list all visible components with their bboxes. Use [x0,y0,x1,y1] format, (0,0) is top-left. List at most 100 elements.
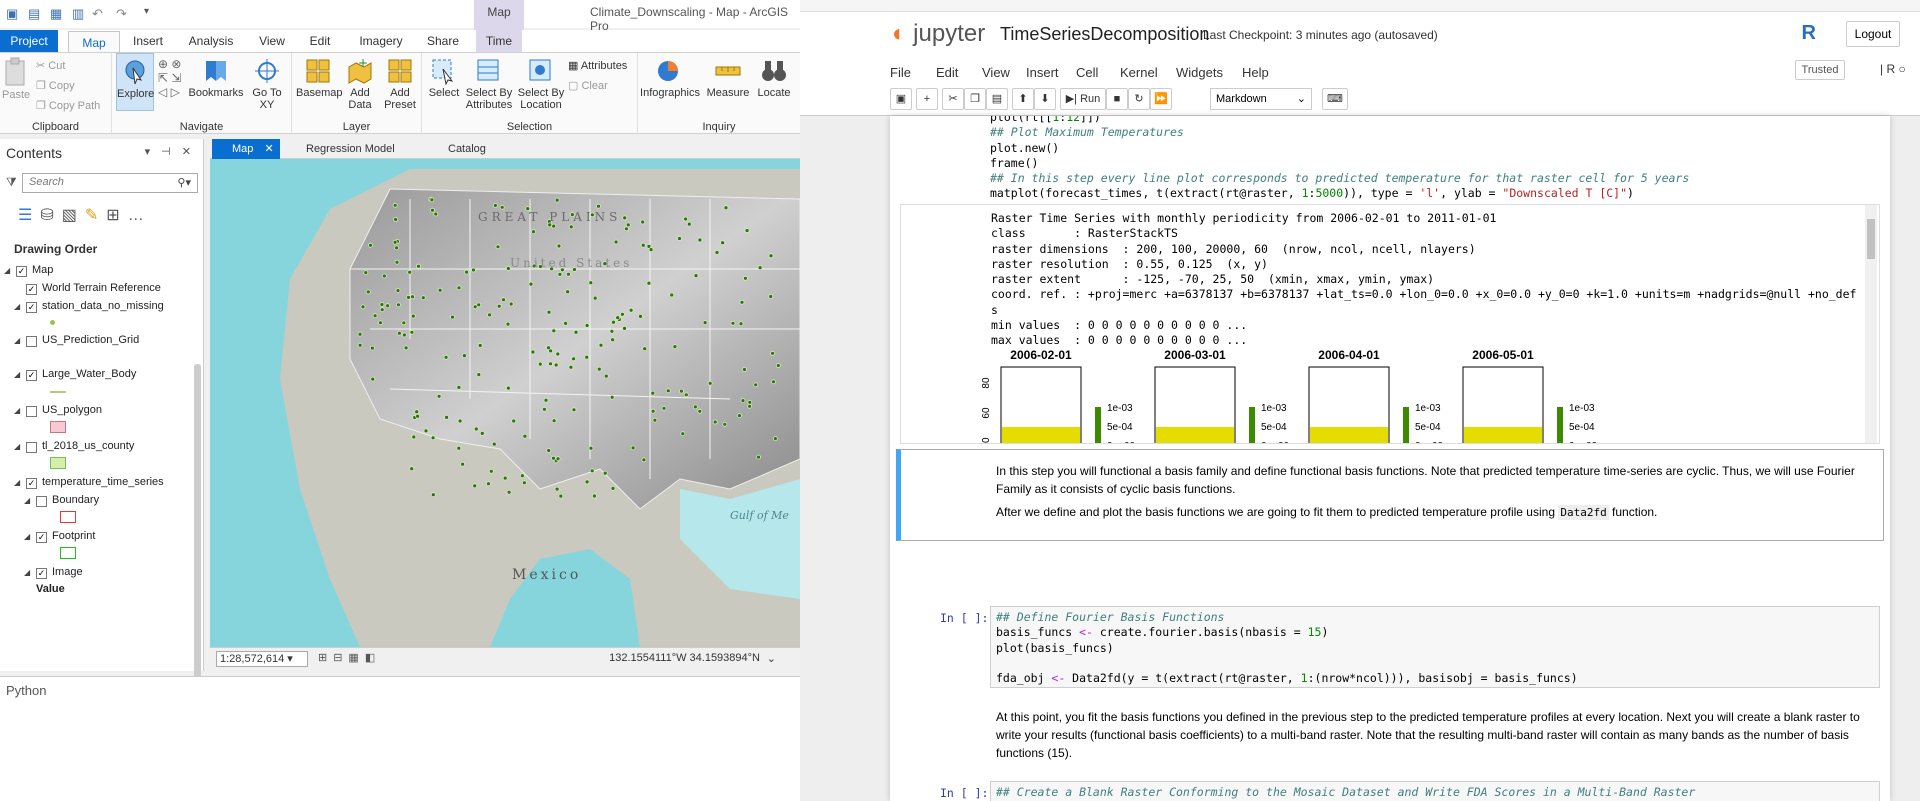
layer-row-value[interactable]: Value [0,582,196,598]
close-icon[interactable]: ✕ [264,143,273,155]
layer-row-tl-2018-us-county[interactable]: ◢ tl_2018_us_county [0,439,196,455]
list-by-drawing-order-icon[interactable]: ☰ [18,207,40,224]
go-to-xy-button[interactable]: Go To XY [246,57,288,111]
layer-row-map[interactable]: ◢ ✓ Map [0,263,196,279]
layer-row-boundary[interactable]: ◢ Boundary [0,493,196,509]
select-by-attributes-button[interactable]: Select By Attributes [464,57,514,111]
trusted-badge[interactable]: Trusted [1795,60,1845,80]
layer-visibility-checkbox[interactable] [26,442,37,453]
restart-run-all-icon[interactable]: ⏩ [1150,88,1172,110]
menu-help[interactable]: Help [1242,65,1269,80]
cut-icon[interactable]: ✂ [942,88,964,110]
redo-icon[interactable]: ↷ [116,6,127,22]
tab-insert[interactable]: Insert [122,30,174,52]
tab-share[interactable]: Share [418,30,468,52]
layer-row-us-prediction-grid[interactable]: ◢ US_Prediction_Grid [0,333,196,349]
copy-button[interactable]: ❐ Copy [36,79,75,92]
menu-cell[interactable]: Cell [1076,65,1098,80]
list-by-selection-icon[interactable]: ▧ [62,207,85,224]
layer-visibility-checkbox[interactable]: ✓ [26,284,37,295]
layer-row-footprint[interactable]: ◢ ✓ Footprint [0,529,196,545]
layer-row-world-terrain-reference[interactable]: ✓ World Terrain Reference [0,281,196,297]
tab-map[interactable]: Map [68,31,120,53]
layer-visibility-checkbox[interactable] [26,336,37,347]
cell-type-select[interactable]: Markdown ⌄ [1210,88,1312,110]
python-pane[interactable]: Python [0,676,800,801]
menu-insert[interactable]: Insert [1026,65,1059,80]
catalog-tab[interactable]: Catalog [428,139,498,159]
layer-visibility-checkbox[interactable]: ✓ [16,266,27,277]
basemap-button[interactable]: Basemap [296,57,342,99]
move-up-icon[interactable]: ⬆ [1012,88,1034,110]
layer-row-temperature-time-series[interactable]: ◢ ✓ temperature_time_series [0,475,196,491]
copy-icon[interactable]: ❐ [964,88,986,110]
locate-button[interactable]: Locate [754,57,794,99]
menu-widgets[interactable]: Widgets [1176,65,1223,80]
layer-visibility-checkbox[interactable]: ✓ [36,568,47,579]
layer-visibility-checkbox[interactable] [36,496,47,507]
insert-cell-icon[interactable]: + [916,88,938,110]
output-scrollbar[interactable] [1865,205,1877,443]
menu-file[interactable]: File [890,65,911,80]
expand-triangle-icon[interactable]: ◢ [14,370,20,379]
tab-view[interactable]: View [250,30,294,52]
paste-button[interactable]: Paste [2,57,30,101]
layer-row-large-water-body[interactable]: ◢ ✓ Large_Water_Body [0,367,196,383]
logout-button[interactable]: Logout [1846,21,1900,47]
notebook-title[interactable]: TimeSeriesDecomposition [1000,24,1209,45]
save-icon[interactable]: ▣ [890,88,912,110]
move-down-icon[interactable]: ⬇ [1034,88,1056,110]
customize-qat-icon[interactable]: ▾ [144,6,149,17]
pane-controls-icon[interactable]: ▾ ⊣ ✕ [145,145,195,158]
regression-model-map-tab[interactable]: Regression Model Map [286,139,416,175]
save-all-icon[interactable]: ▥ [72,6,84,22]
menu-edit[interactable]: Edit [936,65,958,80]
menu-kernel[interactable]: Kernel [1120,65,1158,80]
layer-row-image[interactable]: ◢ ✓ Image [0,565,196,581]
output-scroll-thumb[interactable] [1867,219,1875,259]
map-canvas[interactable]: GREAT PLAINS United States Mexico Gulf o… [210,159,800,647]
tab-edit[interactable]: Edit [300,30,340,52]
contents-search-input[interactable]: Search ⚲▾ [22,173,198,193]
scale-input[interactable]: 1:28,572,614 ▾ [216,651,308,667]
layer-row-us-polygon[interactable]: ◢ US_polygon [0,403,196,419]
copy-path-button[interactable]: ❐ Copy Path [36,99,100,112]
undo-icon[interactable]: ↶ [92,6,103,22]
expand-triangle-icon[interactable]: ◢ [14,442,20,451]
list-by-source-icon[interactable]: ⛁ [40,207,61,224]
measure-button[interactable]: Measure [704,57,752,99]
code-cell-plot[interactable]: plot(rt[[1:12]]) ## Plot Maximum Tempera… [990,116,1689,202]
interrupt-icon[interactable]: ■ [1106,88,1128,110]
cut-button[interactable]: ✂ Cut [36,59,65,72]
jupyter-logo[interactable]: ◐ jupyter [892,20,985,48]
explore-button[interactable]: Explore [116,53,154,111]
layer-visibility-checkbox[interactable]: ✓ [26,302,37,313]
add-data-button[interactable]: + Add Data [340,57,380,111]
contents-scrollbar[interactable] [194,364,201,704]
expand-triangle-icon[interactable]: ◢ [14,336,20,345]
map-tab[interactable]: Map ✕ [212,139,280,159]
expand-triangle-icon[interactable]: ◢ [24,496,30,505]
infographics-button[interactable]: Infographics [640,57,700,99]
layer-visibility-checkbox[interactable]: ✓ [26,478,37,489]
list-by-snapping-icon[interactable]: ⊞ [106,207,127,224]
tab-imagery[interactable]: Imagery [350,30,412,52]
bookmarks-button[interactable]: Bookmarks [188,57,244,99]
paste-icon[interactable]: ▤ [986,88,1008,110]
open-icon[interactable]: ▤ [28,6,40,22]
tab-time[interactable]: Time [476,30,522,52]
layer-visibility-checkbox[interactable]: ✓ [36,532,47,543]
chevron-down-icon[interactable]: ⌄ [767,652,776,665]
expand-triangle-icon[interactable]: ◢ [14,478,20,487]
expand-triangle-icon[interactable]: ◢ [24,532,30,541]
keyboard-icon[interactable]: ⌨ [1322,88,1348,110]
save-icon[interactable]: ▦ [50,6,62,22]
zoom-tools-icon[interactable]: ⊕ ⊗ ⇱ ⇲ ◁ ▷ [158,57,181,99]
browser-address-bar[interactable] [800,0,1920,12]
restart-icon[interactable]: ↻ [1128,88,1150,110]
select-by-location-button[interactable]: Select By Location [516,57,566,111]
list-by-editing-icon[interactable]: ✎ [85,207,106,224]
more-icon[interactable]: … [128,207,152,224]
expand-triangle-icon[interactable]: ◢ [4,266,10,275]
clear-button[interactable]: ▢ Clear [568,79,608,92]
